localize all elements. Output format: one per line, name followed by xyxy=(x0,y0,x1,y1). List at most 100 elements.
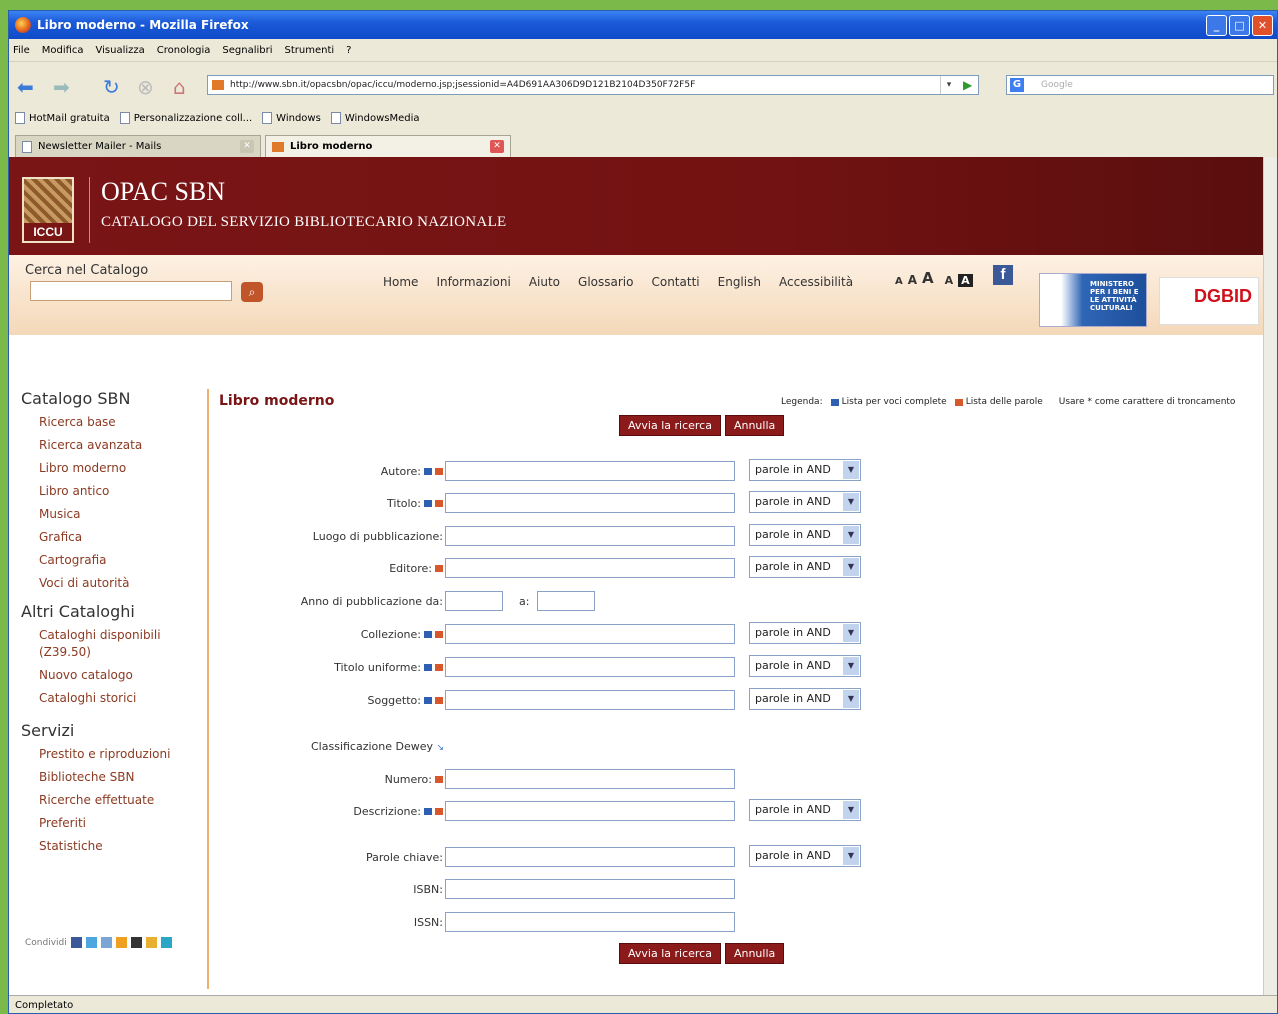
menu-cronologia[interactable]: Cronologia xyxy=(157,45,211,56)
tab-close-icon[interactable]: ✕ xyxy=(490,140,504,153)
word-list-icon[interactable] xyxy=(435,564,443,572)
anno-da-input[interactable] xyxy=(445,591,503,611)
search-engine-box[interactable]: G Google xyxy=(1006,75,1274,95)
menu-file[interactable]: File xyxy=(13,45,30,56)
numero-input[interactable] xyxy=(445,769,735,789)
chevron-down-icon[interactable]: ▼ xyxy=(843,526,859,544)
twitter-share-icon[interactable] xyxy=(85,937,97,948)
sidebar-item-voci-autorita[interactable]: Voci di autorità xyxy=(39,575,201,592)
word-list-icon[interactable] xyxy=(435,499,443,507)
chevron-down-icon[interactable]: ▼ xyxy=(843,657,859,675)
chevron-down-icon[interactable]: ▼ xyxy=(843,801,859,819)
tab-newsletter[interactable]: Newsletter Mailer - Mails ✕ xyxy=(15,135,261,157)
parole-chiave-input[interactable] xyxy=(445,847,735,867)
nav-glossario[interactable]: Glossario xyxy=(578,275,633,289)
menu-segnalibri[interactable]: Segnalibri xyxy=(222,45,272,56)
font-small-button[interactable]: A xyxy=(895,276,903,287)
sidebar-item-biblioteche[interactable]: Biblioteche SBN xyxy=(39,769,201,786)
nav-aiuto[interactable]: Aiuto xyxy=(529,275,560,289)
delicious-share-icon[interactable] xyxy=(100,937,112,948)
chevron-down-icon[interactable]: ▼ xyxy=(843,624,859,642)
titolo-uniforme-input[interactable] xyxy=(445,657,735,677)
menu-strumenti[interactable]: Strumenti xyxy=(285,45,335,56)
cancel-button[interactable]: Annulla xyxy=(724,415,785,436)
word-list-icon[interactable] xyxy=(435,663,443,671)
cancel-button[interactable]: Annulla xyxy=(724,943,785,964)
dgbid-logo[interactable]: DGBID xyxy=(1159,277,1259,325)
nav-informazioni[interactable]: Informazioni xyxy=(436,275,510,289)
url-dropdown[interactable]: ▾ ▶ xyxy=(940,76,978,94)
sidebar-item-cartografia[interactable]: Cartografia xyxy=(39,552,201,569)
bookmark-windows[interactable]: Windows xyxy=(262,112,321,124)
isbn-input[interactable] xyxy=(445,879,735,899)
chevron-down-icon[interactable]: ▼ xyxy=(843,461,859,479)
nav-home[interactable]: Home xyxy=(383,275,418,289)
titolo-input[interactable] xyxy=(445,493,735,513)
bookmark-personalizzazione[interactable]: Personalizzazione coll... xyxy=(119,112,252,124)
home-icon[interactable]: ⌂ xyxy=(173,75,186,99)
soggetto-operator-select[interactable]: parole in AND ▼ xyxy=(749,688,861,710)
full-list-icon[interactable] xyxy=(424,630,432,638)
sidebar-item-preferiti[interactable]: Preferiti xyxy=(39,815,201,832)
forward-icon[interactable]: ➡ xyxy=(53,75,70,99)
sidebar-item-cataloghi-storici[interactable]: Cataloghi storici xyxy=(39,690,201,707)
issn-input[interactable] xyxy=(445,912,735,932)
minimize-button[interactable]: _ xyxy=(1206,15,1227,36)
sidebar-item-prestito[interactable]: Prestito e riproduzioni xyxy=(39,746,201,763)
back-icon[interactable]: ⬅ xyxy=(17,75,34,99)
facebook-share-icon[interactable] xyxy=(70,937,82,948)
vertical-scrollbar[interactable] xyxy=(1263,157,1277,995)
sidebar-item-grafica[interactable]: Grafica xyxy=(39,529,201,546)
search-icon[interactable]: ⌕ xyxy=(241,282,263,302)
collezione-operator-select[interactable]: parole in AND ▼ xyxy=(749,622,861,644)
full-list-icon[interactable] xyxy=(424,807,432,815)
font-large-button[interactable]: A xyxy=(922,269,934,287)
nav-contatti[interactable]: Contatti xyxy=(651,275,699,289)
reload-icon[interactable]: ↻ xyxy=(103,75,120,99)
collezione-input[interactable] xyxy=(445,624,735,644)
rss-share-icon[interactable] xyxy=(115,937,127,948)
contrast-high-button[interactable]: A xyxy=(958,274,973,287)
chevron-down-icon[interactable]: ▼ xyxy=(843,558,859,576)
luogo-operator-select[interactable]: parole in AND ▼ xyxy=(749,524,861,546)
bookmark-hotmail[interactable]: HotMail gratuita xyxy=(15,112,110,124)
anno-a-input[interactable] xyxy=(537,591,596,611)
full-list-icon[interactable] xyxy=(424,499,432,507)
bookmark-windowsmedia[interactable]: WindowsMedia xyxy=(330,112,420,124)
titolo-operator-select[interactable]: parole in AND ▼ xyxy=(749,491,861,513)
url-bar[interactable]: http://www.sbn.it/opacsbn/opac/iccu/mode… xyxy=(207,75,979,95)
sidebar-item-libro-moderno[interactable]: Libro moderno xyxy=(39,460,201,477)
facebook-icon[interactable]: f xyxy=(993,265,1013,285)
sidebar-item-ricerca-avanzata[interactable]: Ricerca avanzata xyxy=(39,437,201,454)
chevron-down-icon[interactable]: ▼ xyxy=(843,690,859,708)
nav-accessibilita[interactable]: Accessibilità xyxy=(779,275,853,289)
more-share-icon[interactable] xyxy=(160,937,172,948)
full-list-icon[interactable] xyxy=(424,663,432,671)
menu-modifica[interactable]: Modifica xyxy=(42,45,84,56)
editore-operator-select[interactable]: parole in AND ▼ xyxy=(749,556,861,578)
contrast-normal-button[interactable]: A xyxy=(945,274,954,287)
sidebar-item-ricerche[interactable]: Ricerche effettuate xyxy=(39,792,201,809)
menu-visualizza[interactable]: Visualizza xyxy=(96,45,145,56)
descrizione-operator-select[interactable]: parole in AND ▼ xyxy=(749,799,861,821)
word-list-icon[interactable] xyxy=(435,696,443,704)
autore-operator-select[interactable]: parole in AND ▼ xyxy=(749,459,861,481)
stop-icon[interactable]: ⊗ xyxy=(137,75,154,99)
soggetto-input[interactable] xyxy=(445,690,735,710)
expand-icon[interactable]: ↘ xyxy=(437,743,445,753)
close-button[interactable]: ✕ xyxy=(1252,15,1273,36)
dewey-heading[interactable]: Classificazione Dewey ↘ xyxy=(311,740,444,753)
nav-english[interactable]: English xyxy=(718,275,761,289)
sidebar-item-libro-antico[interactable]: Libro antico xyxy=(39,483,201,500)
full-list-icon[interactable] xyxy=(424,696,432,704)
word-list-icon[interactable] xyxy=(435,807,443,815)
menu-help[interactable]: ? xyxy=(346,45,351,56)
chevron-down-icon[interactable]: ▼ xyxy=(843,847,859,865)
google-icon[interactable]: G xyxy=(1010,78,1024,92)
sidebar-item-statistiche[interactable]: Statistiche xyxy=(39,838,201,855)
word-list-icon[interactable] xyxy=(435,630,443,638)
font-medium-button[interactable]: A xyxy=(908,273,917,287)
sidebar-item-nuovo-catalogo[interactable]: Nuovo catalogo xyxy=(39,667,201,684)
iccu-logo[interactable]: ICCU xyxy=(22,177,74,243)
mibac-logo[interactable]: MINISTERO PER I BENI E LE ATTIVITÀ CULTU… xyxy=(1039,273,1147,327)
